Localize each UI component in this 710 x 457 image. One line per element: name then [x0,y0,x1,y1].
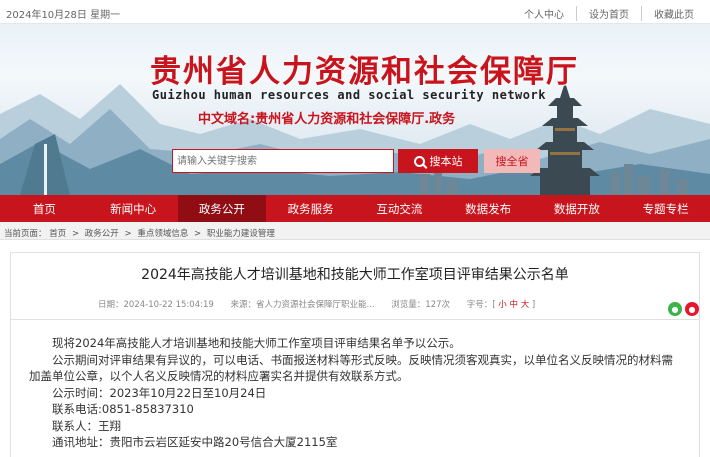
article-title: 2024年高技能人才培训基地和技能大师工作室项目评审结果公示名单 [141,267,569,283]
search-input[interactable] [172,149,394,173]
breadcrumb-prefix: 当前页面： [4,229,47,239]
weibo-icon[interactable]: ● [685,302,699,316]
font-size-large-button[interactable]: 大 [521,300,530,310]
article-paragraph: 通讯地址：贵阳市云岩区延安中路20号信合大厦2115室 [52,435,338,449]
search-bar: 搜本站 搜全省 [172,149,540,173]
site-logo-subtitle: Guizhou human resources and social secur… [152,88,546,102]
breadcrumb: 当前页面： 首页 > 政务公开 > 重点领域信息 > 职业能力建设管理 [0,222,710,240]
nav-item-data-release[interactable]: 数据发布 [444,195,533,222]
article-paragraph: 联系电话:0851-85837310 [52,402,194,416]
breadcrumb-separator: > [124,229,132,239]
chinese-domain-label: 中文域名:贵州省人力资源和社会保障厅.政务 [198,112,456,127]
nav-item-special-topics[interactable]: 专题专栏 [621,195,710,222]
article-paragraph: 联系人：王翔 [52,418,121,433]
main-nav: 首页 新闻中心 政务公开 政务服务 互动交流 数据发布 数据开放 专题专栏 [0,195,710,222]
article-date: 日期：2024-10-22 15:04:19 [98,300,214,310]
breadcrumb-item-key-areas[interactable]: 重点领域信息 [137,229,188,239]
search-icon [413,155,425,167]
article-body: 现将2024年高技能人才培训基地和技能大师工作室项目评审结果名单予以公示。 公示… [29,335,679,451]
nav-item-home[interactable]: 首页 [0,195,89,222]
breadcrumb-separator: > [194,229,202,239]
article-views: 浏览量：127次 [391,300,451,310]
nav-item-news[interactable]: 新闻中心 [89,195,178,222]
breadcrumb-item-government-affairs[interactable]: 政务公开 [85,229,119,239]
article-source: 来源：省人力资源社会保障厅职业能... [230,300,375,310]
nav-item-interaction[interactable]: 互动交流 [355,195,444,222]
site-logo-title[interactable]: 贵州省人力资源和社会保障厅 [150,46,579,91]
breadcrumb-item-vocational-skills[interactable]: 职业能力建设管理 [207,229,275,239]
header-banner: 贵州省人力资源和社会保障厅 Guizhou human resources an… [0,24,710,195]
set-homepage-link[interactable]: 设为首页 [576,6,641,21]
page: 2024年10月28日 星期一 个人中心 设为首页 收藏此页 贵州省人力资源和社… [0,0,710,457]
article-paragraph: 公示时间：2023年10月22日至10月24日 [52,385,267,400]
font-size-small-button[interactable]: 小 [498,300,507,310]
article-paragraph: 公示期间对评审结果有异议的，可以电话、书面报送材料等形式反映。反映情况须客观真实… [29,352,673,384]
search-site-button[interactable]: 搜本站 [398,149,478,173]
article-meta: 日期：2024-10-22 15:04:19 来源：省人力资源社会保障厅职业能.… [98,300,536,310]
nav-item-government-affairs[interactable]: 政务公开 [177,195,267,222]
search-site-label: 搜本站 [429,155,463,168]
search-province-label: 搜全省 [495,155,529,168]
font-size-medium-button[interactable]: 中 [510,300,519,310]
personal-center-link[interactable]: 个人中心 [512,6,576,21]
font-size-label: 字号： [466,300,493,310]
nav-item-services[interactable]: 政务服务 [266,195,355,222]
wechat-icon[interactable]: ● [668,302,682,316]
share-buttons: ● ● [665,302,699,316]
search-province-button[interactable]: 搜全省 [484,149,540,173]
current-date: 2024年10月28日 星期一 [6,10,121,21]
bookmark-link[interactable]: 收藏此页 [641,6,706,21]
article-paragraph: 现将2024年高技能人才培训基地和技能大师工作室项目评审结果名单予以公示。 [52,336,461,350]
nav-item-open-data[interactable]: 数据开放 [533,195,622,222]
article-divider [11,319,699,320]
top-links: 个人中心 设为首页 收藏此页 [512,6,706,21]
breadcrumb-separator: > [71,229,80,239]
top-bar: 2024年10月28日 星期一 个人中心 设为首页 收藏此页 [0,0,710,24]
breadcrumb-item-home[interactable]: 首页 [49,229,66,239]
article-panel: 2024年高技能人才培训基地和技能大师工作室项目评审结果公示名单 日期：2024… [10,252,700,457]
